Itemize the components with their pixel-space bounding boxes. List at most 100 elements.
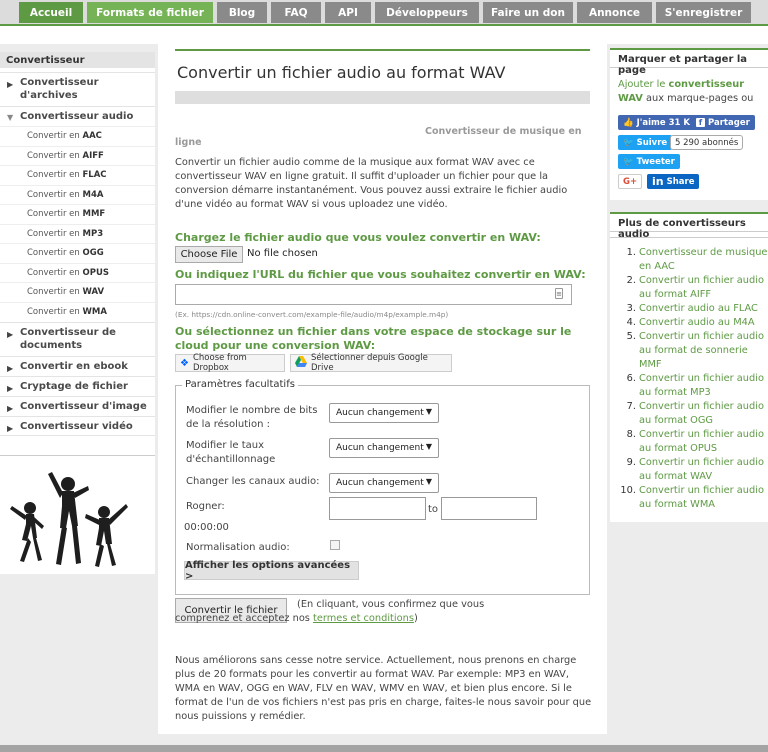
more-divider	[610, 237, 768, 238]
tweet-button[interactable]: 🐦 Tweeter	[618, 154, 680, 169]
list-link[interactable]: Convertir un fichier audio au format OPU…	[639, 429, 764, 454]
trim-end-input[interactable]	[441, 497, 537, 520]
list-item[interactable]: 10. Convertir un fichier audio au format …	[620, 484, 768, 512]
normalize-checkbox[interactable]	[330, 540, 340, 550]
nav-tab-faq[interactable]: FAQ	[271, 2, 321, 23]
nav-tab-developpeurs[interactable]: Développeurs	[375, 2, 479, 23]
list-number: 4.	[626, 317, 636, 328]
list-link[interactable]: Convertir un fichier audio au format OGG	[639, 401, 764, 426]
trim-label: Rogner:	[186, 501, 225, 512]
subitem-prefix: Convertir en	[27, 131, 83, 141]
sidebar-subitem-opus[interactable]: Convertir en OPUS	[0, 263, 155, 283]
list-link[interactable]: Convertir un fichier audio au format de …	[639, 331, 764, 370]
sidebar-item-image[interactable]: ▶ Convertisseur d'image	[0, 396, 155, 416]
sidebar-item-ebook[interactable]: ▶ Convertir en ebook	[0, 356, 155, 376]
sidebar-subitem-mmf[interactable]: Convertir en MMF	[0, 204, 155, 224]
list-number: 8.	[626, 429, 636, 440]
channels-select[interactable]: Aucun changement ▼	[329, 473, 439, 493]
caret-right-icon: ▶	[7, 330, 14, 339]
header-band	[0, 26, 768, 44]
trim-start-input[interactable]	[329, 497, 426, 520]
twitter-follow-button[interactable]: 🐦 Suivre	[618, 135, 673, 150]
nav-tab-don[interactable]: Faire un don	[483, 2, 573, 23]
subitem-format: WMA	[82, 307, 107, 317]
nav-tab-api[interactable]: API	[325, 2, 371, 23]
subitem-format: AAC	[82, 131, 102, 141]
bits-select[interactable]: Aucun changement ▼	[329, 403, 439, 423]
title-rule	[175, 49, 590, 51]
list-link[interactable]: Convertir un fichier audio au format MP3	[639, 373, 764, 398]
sidebar-subitem-ogg[interactable]: Convertir en OGG	[0, 243, 155, 263]
terms-link[interactable]: termes et conditions	[313, 613, 414, 624]
sidebar-subitem-wav[interactable]: Convertir en WAV	[0, 282, 155, 302]
list-link[interactable]: Convertir un fichier audio au format WAV	[639, 457, 764, 482]
thumbs-up-icon: 👍	[623, 117, 634, 128]
list-link[interactable]: Convertir un fichier audio au format WMA	[639, 485, 764, 510]
cloud-label: Ou sélectionnez un fichier dans votre es…	[175, 325, 572, 352]
linkedin-icon: in	[652, 175, 664, 188]
sidebar-item-video[interactable]: ▶ Convertisseur vidéo	[0, 416, 155, 436]
url-example-hint: (Ex. https://cdn.online-convert.com/exam…	[175, 310, 449, 319]
sidebar-subitem-flac[interactable]: Convertir en FLAC	[0, 165, 155, 185]
google-plus-icon: G+	[623, 176, 638, 187]
list-item[interactable]: 1. Convertisseur de musique en AAC	[620, 246, 768, 274]
list-item[interactable]: 7. Convertir un fichier audio au format O…	[620, 400, 768, 428]
choose-file-button[interactable]: Choose File	[175, 246, 243, 263]
nav-tab-accueil[interactable]: Accueil	[19, 2, 83, 23]
facebook-share-button[interactable]: f Partager	[691, 115, 755, 130]
list-item[interactable]: 9. Convertir un fichier audio au format W…	[620, 456, 768, 484]
sidebar-subitem-wma[interactable]: Convertir en WMA	[0, 302, 155, 322]
footer-bar	[0, 745, 768, 752]
sidebar-subitem-m4a[interactable]: Convertir en M4A	[0, 185, 155, 205]
sidebar-item-label: Convertir en ebook	[20, 361, 128, 372]
subitem-format: FLAC	[82, 170, 107, 180]
nav-tab-formats[interactable]: Formats de fichier	[87, 2, 213, 23]
list-item[interactable]: 6. Convertir un fichier audio au format M…	[620, 372, 768, 400]
subitem-prefix: Convertir en	[27, 190, 83, 200]
sidebar-subitem-aiff[interactable]: Convertir en AIFF	[0, 146, 155, 166]
breadcrumb-tail: ligne	[175, 137, 202, 148]
upload-label: Chargez le fichier audio que vous voulez…	[175, 231, 541, 244]
rate-select-value: Aucun changement	[336, 443, 424, 453]
normalize-label: Normalisation audio:	[186, 542, 290, 553]
sidebar-item-archives[interactable]: ▶ Convertisseur d'archives	[0, 72, 155, 106]
share-text-after: aux marque-pages ou	[642, 93, 754, 104]
dropbox-button[interactable]: ❖ Choose from Dropbox	[175, 353, 285, 373]
nav-tab-register[interactable]: S'enregistrer	[656, 2, 751, 23]
sidebar-item-crypt[interactable]: ▶ Cryptage de fichier	[0, 376, 155, 396]
nav-tab-annonce[interactable]: Annonce	[577, 2, 652, 23]
sidebar-subitem-mp3[interactable]: Convertir en MP3	[0, 224, 155, 244]
list-link[interactable]: Convertir audio au FLAC	[639, 303, 758, 314]
sidebar-item-label: Convertisseur d'image	[20, 401, 147, 412]
nav-tab-blog[interactable]: Blog	[217, 2, 267, 23]
more-converters-box: Plus de convertisseurs audio 1. Convertis…	[610, 212, 768, 522]
caret-down-icon: ▼	[7, 113, 14, 122]
google-drive-button[interactable]: Sélectionner depuis Google Drive	[290, 353, 452, 373]
list-link[interactable]: Convertisseur de musique en AAC	[639, 247, 767, 272]
url-input[interactable]: ≡	[175, 284, 572, 305]
list-item[interactable]: 4. Convertir audio au M4A	[620, 316, 768, 330]
list-item[interactable]: 5. Convertir un fichier audio au format d…	[620, 330, 768, 372]
sidebar-item-documents[interactable]: ▶ Convertisseur de documents	[0, 322, 155, 356]
google-plus-button[interactable]: G+	[618, 174, 643, 189]
facebook-icon: f	[696, 118, 705, 127]
linkedin-share-button[interactable]: in Share	[647, 174, 700, 189]
follower-count: 5 290 abonnés	[670, 135, 744, 150]
trim-to-label: to	[428, 504, 439, 515]
list-item[interactable]: 3. Convertir audio au FLAC	[620, 302, 768, 316]
subitem-format: MP3	[82, 229, 104, 239]
advanced-options-button[interactable]: Afficher les options avancées >	[184, 560, 359, 582]
list-item[interactable]: 2. Convertir un fichier audio au format A…	[620, 274, 768, 302]
list-link[interactable]: Convertir un fichier audio au format AIF…	[639, 275, 764, 300]
sidebar-item-audio[interactable]: ▼ Convertisseur audio	[0, 106, 155, 126]
list-link[interactable]: Convertir audio au M4A	[639, 317, 755, 328]
dropdown-caret-icon: ▼	[425, 442, 432, 451]
list-item[interactable]: 8. Convertir un fichier audio au format O…	[620, 428, 768, 456]
breadcrumb-current: Convertisseur de musique en	[425, 126, 582, 137]
list-number: 1.	[626, 247, 636, 258]
sidebar-subitem-aac[interactable]: Convertir en AAC	[0, 126, 155, 146]
list-number: 7.	[626, 401, 636, 412]
rate-select[interactable]: Aucun changement ▼	[329, 438, 439, 458]
facebook-like-button[interactable]: 👍 J'aime 31 K	[618, 115, 695, 130]
subitem-format: M4A	[82, 190, 104, 200]
